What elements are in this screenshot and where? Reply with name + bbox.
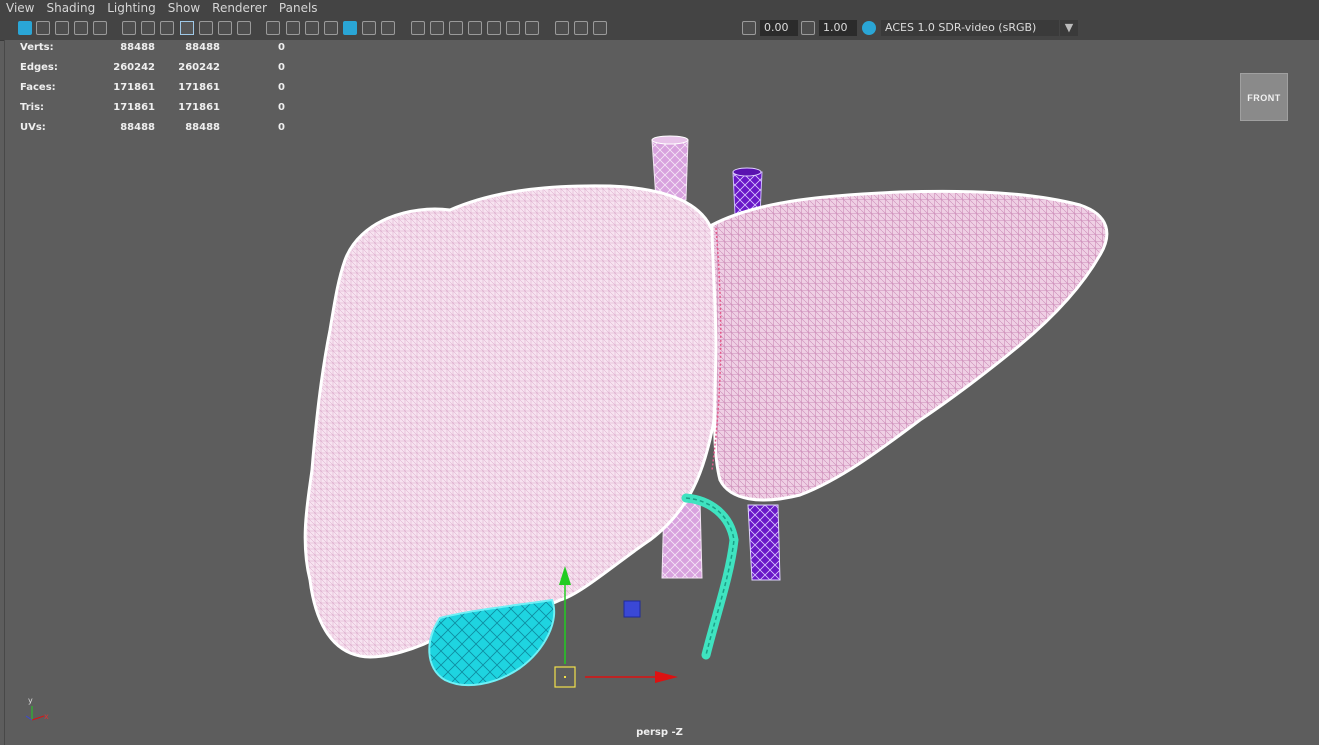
hud-row-verts: Verts: 88488 88488 0 xyxy=(20,42,285,62)
hud-value: 88488 xyxy=(185,122,220,133)
manipulator-plane-handle[interactable] xyxy=(623,600,641,618)
hud-value: 0 xyxy=(278,62,285,73)
hud-label: Verts: xyxy=(20,42,54,53)
camera-name-label: persp -Z xyxy=(636,727,683,738)
hud-value: 88488 xyxy=(120,42,155,53)
vena-cava-bottom[interactable] xyxy=(747,504,781,581)
hud-row-faces: Faces: 171861 171861 0 xyxy=(20,82,285,102)
hud-value: 0 xyxy=(278,42,285,53)
hud-value: 171861 xyxy=(178,82,220,93)
axis-gizmo-x xyxy=(31,715,45,721)
hud-label: UVs: xyxy=(20,122,46,133)
hud-value: 0 xyxy=(278,122,285,133)
hud-row-uvs: UVs: 88488 88488 0 xyxy=(20,122,285,142)
hud-value: 88488 xyxy=(120,122,155,133)
hud-value: 88488 xyxy=(185,42,220,53)
manipulator-center-dot xyxy=(564,676,566,678)
liver-right-lobe-mesh[interactable] xyxy=(303,184,719,659)
hud-value: 260242 xyxy=(178,62,220,73)
axis-gizmo-x-label: x xyxy=(44,712,49,721)
hud-value: 171861 xyxy=(113,102,155,113)
hud-label: Faces: xyxy=(20,82,56,93)
hud-value: 171861 xyxy=(178,102,220,113)
hud-value: 0 xyxy=(278,102,285,113)
view-cube[interactable]: FRONT xyxy=(1240,73,1288,121)
axis-gizmo-y-label: y xyxy=(28,696,33,705)
axis-gizmo-z xyxy=(25,715,33,721)
hud-label: Edges: xyxy=(20,62,58,73)
liver-left-lobe-mesh[interactable] xyxy=(710,189,1109,502)
hud-label: Tris: xyxy=(20,102,45,113)
hud-value: 171861 xyxy=(113,82,155,93)
hud-row-tris: Tris: 171861 171861 0 xyxy=(20,102,285,122)
hud-value: 260242 xyxy=(113,62,155,73)
vena-cava-top-cap xyxy=(732,167,762,177)
hud-value: 0 xyxy=(278,82,285,93)
poly-count-hud: Verts: 88488 88488 0 Edges: 260242 26024… xyxy=(20,42,285,142)
hud-row-edges: Edges: 260242 260242 0 xyxy=(20,62,285,82)
manipulator-x-arrow[interactable] xyxy=(655,671,678,683)
portal-vein-top-cap xyxy=(651,135,689,145)
